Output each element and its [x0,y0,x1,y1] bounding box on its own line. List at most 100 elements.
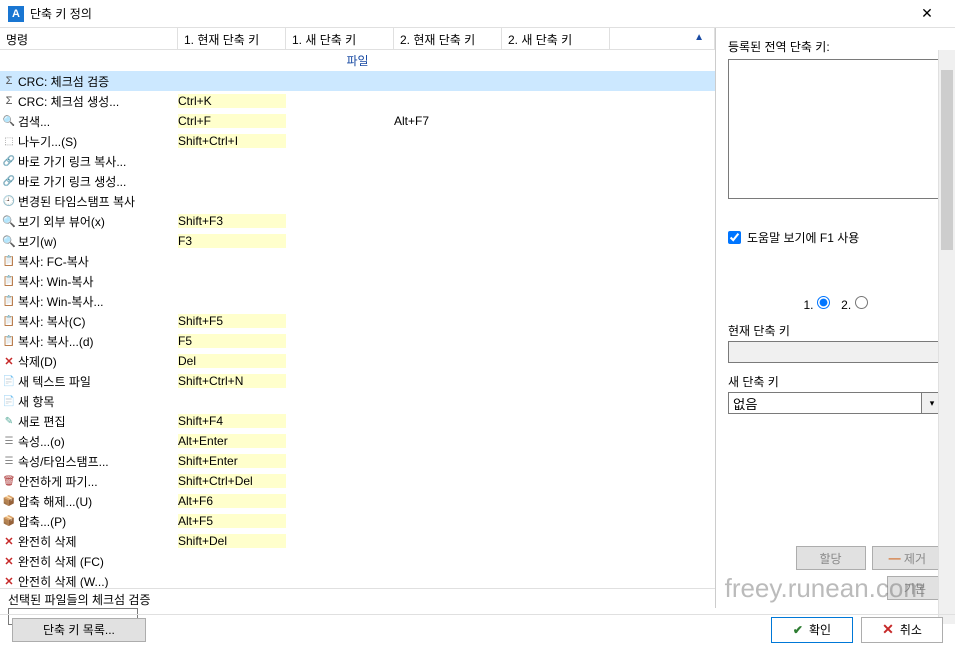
row-1-current: Shift+F3 [178,214,286,228]
row-name: CRC: 체크섬 생성... [18,93,178,110]
default-button[interactable]: 기본 [887,576,943,600]
list-row[interactable]: 📋복사: Win-복사 [0,271,715,291]
row-name: 압축...(P) [18,513,178,530]
slot-radio-group: 1. 2. [728,296,943,312]
del-icon: ✕ [0,355,18,368]
shred-icon: 🗑 [0,476,18,487]
current-shortcut-label: 현재 단축 키 [728,322,943,339]
list-row[interactable]: 📦압축...(P)Alt+F5 [0,511,715,531]
list-row[interactable]: 🔗바로 가기 링크 복사... [0,151,715,171]
assign-button[interactable]: 할당 [796,546,866,570]
list-row[interactable]: 📋복사: FC-복사 [0,251,715,271]
mag-icon: 🔍 [0,215,18,228]
row-name: 검색... [18,113,178,130]
row-1-current: Shift+F4 [178,414,286,428]
close-button[interactable]: ✕ [907,0,947,28]
row-1-current: F5 [178,334,286,348]
list-row[interactable]: 📄새 텍스트 파일Shift+Ctrl+N [0,371,715,391]
row-name: 복사: FC-복사 [18,253,178,270]
row-name: 새로 편집 [18,413,178,430]
row-name: 새 텍스트 파일 [18,373,178,390]
row-1-current: Shift+Ctrl+N [178,374,286,388]
row-1-current: Ctrl+F [178,114,286,128]
window-title: 단축 키 정의 [30,5,907,22]
cancel-button[interactable]: ✕ 취소 [861,617,943,643]
header-1-new[interactable]: 1. 새 단축 키 [286,28,394,49]
shortcut-list-button[interactable]: 단축 키 목록... [12,618,146,642]
row-name: 안전하게 파기... [18,473,178,490]
row-1-current: F3 [178,234,286,248]
header-2-new[interactable]: 2. 새 단축 키 [502,28,610,49]
help-f1-checkbox-input[interactable] [728,231,741,244]
registered-label: 등록된 전역 단축 키: [728,38,943,55]
list-row[interactable]: 📋복사: Win-복사... [0,291,715,311]
copy-icon: 📋 [0,296,18,307]
list-row[interactable]: 🗑안전하게 파기...Shift+Ctrl+Del [0,471,715,491]
slot-1-radio[interactable] [817,296,830,309]
list-row[interactable]: 🔍보기 외부 뷰어(x)Shift+F3 [0,211,715,231]
list-row[interactable]: ✕완전히 삭제 (FC) [0,551,715,571]
list-row[interactable]: ✎새로 편집Shift+F4 [0,411,715,431]
search-icon: 🔍 [0,116,18,127]
file-icon: 📄 [0,396,18,407]
column-headers: 명령 1. 현재 단축 키 1. 새 단축 키 2. 현재 단축 키 2. 새 … [0,28,715,50]
scrollbar-thumb[interactable] [941,70,953,250]
row-name: 새 항목 [18,393,178,410]
prop-icon: ☰ [0,456,18,467]
row-name: 삭제(D) [18,353,178,370]
list-row[interactable]: ☰속성...(o)Alt+Enter [0,431,715,451]
row-1-current: Shift+Del [178,534,286,548]
row-1-current: Alt+F5 [178,514,286,528]
list-row[interactable]: ✕안전히 삭제 (W...) [0,571,715,588]
row-name: CRC: 체크섬 검증 [18,73,178,90]
row-1-current: Alt+F6 [178,494,286,508]
titlebar: A 단축 키 정의 ✕ [0,0,955,28]
link-icon: 🔗 [0,156,18,167]
slot-2-radio[interactable] [855,296,868,309]
list-row[interactable]: ✕완전히 삭제Shift+Del [0,531,715,551]
list-row[interactable]: 🕘변경된 타임스탬프 복사 [0,191,715,211]
zip-icon: 📦 [0,516,18,527]
row-name: 복사: 복사...(d) [18,333,178,350]
header-name[interactable]: 명령 [0,28,178,49]
list-row[interactable]: ΣCRC: 체크섬 생성...Ctrl+K [0,91,715,111]
row-1-current: Del [178,354,286,368]
registered-global-keys-box[interactable] [728,59,943,199]
command-list[interactable]: ΣCRC: 체크섬 검증ΣCRC: 체크섬 생성...Ctrl+K🔍검색...C… [0,71,715,588]
list-row[interactable]: 🔍보기(w)F3 [0,231,715,251]
row-1-current: Alt+Enter [178,434,286,448]
list-row[interactable]: 📄새 항목 [0,391,715,411]
list-row[interactable]: ✕삭제(D)Del [0,351,715,371]
current-shortcut-field [728,341,943,363]
row-name: 복사: Win-복사 [18,273,178,290]
copy-icon: 📋 [0,316,18,327]
prop-icon: ☰ [0,436,18,447]
copy-icon: 📋 [0,276,18,287]
header-2-current[interactable]: 2. 현재 단축 키 [394,28,502,49]
list-row[interactable]: ⬚나누기...(S)Shift+Ctrl+I [0,131,715,151]
list-row[interactable]: 📦압축 해제...(U)Alt+F6 [0,491,715,511]
ok-button[interactable]: ✔ 확인 [771,617,853,643]
list-row[interactable]: 🔍검색...Ctrl+F Alt+F7 [0,111,715,131]
list-row[interactable]: 📋복사: 복사(C)Shift+F5 [0,311,715,331]
new-shortcut-field[interactable] [728,392,922,414]
row-2-current: Alt+F7 [394,114,502,128]
list-row[interactable]: 📋복사: 복사...(d)F5 [0,331,715,351]
row-name: 안전히 삭제 (W...) [18,573,178,589]
vertical-scrollbar[interactable] [938,50,955,624]
list-row[interactable]: ☰속성/타임스탬프...Shift+Enter [0,451,715,471]
clock-icon: 🕘 [0,196,18,207]
copy-icon: 📋 [0,336,18,347]
zip-icon: 📦 [0,496,18,507]
check-icon: ✔ [793,623,803,637]
list-row[interactable]: 🔗바로 가기 링크 생성... [0,171,715,191]
x-icon: ✕ [882,621,894,638]
row-name: 완전히 삭제 [18,533,178,550]
remove-button[interactable]: — 제거 [872,546,943,570]
row-1-current: Shift+Ctrl+Del [178,474,286,488]
row-name: 복사: 복사(C) [18,313,178,330]
list-row[interactable]: ΣCRC: 체크섬 검증 [0,71,715,91]
help-f1-checkbox[interactable]: 도움말 보기에 F1 사용 [728,229,943,246]
header-1-current[interactable]: 1. 현재 단축 키 [178,28,286,49]
row-name: 완전히 삭제 (FC) [18,553,178,570]
